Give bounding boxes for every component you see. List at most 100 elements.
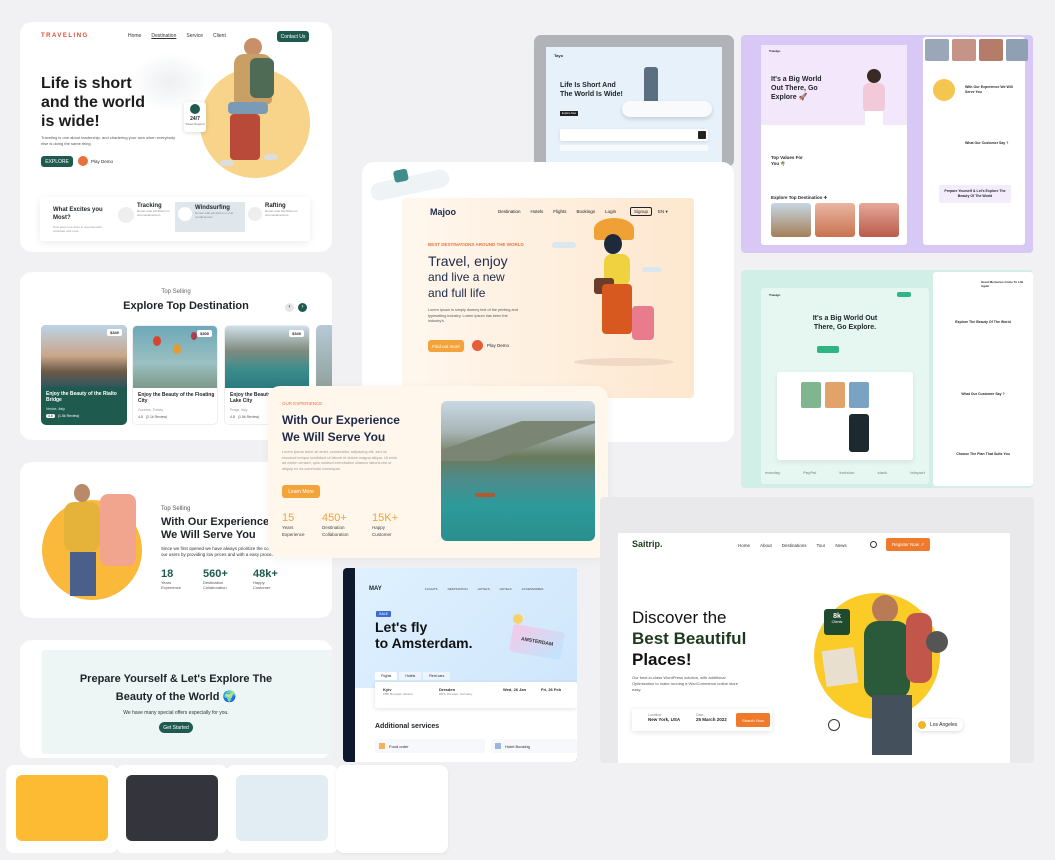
tab-rent-cars[interactable]: Rent cars xyxy=(423,672,451,680)
headline-line: Life Is Short And xyxy=(560,82,616,89)
nav-about[interactable]: About xyxy=(760,543,772,548)
rating-value: 4.8 xyxy=(46,414,55,418)
majoo-play-demo[interactable]: Play Demo xyxy=(472,340,509,351)
title-line: to Amsterdam. xyxy=(375,635,473,651)
nav-destination[interactable]: Destination xyxy=(151,33,176,39)
side-prepare: Prepare Yourself & Let's Explore The Bea… xyxy=(939,185,1011,203)
feature-desc: Donec odio elit dictum in nisl condiment… xyxy=(265,209,298,217)
food-order-item[interactable]: Food order xyxy=(375,739,485,753)
feature-rafting[interactable]: Rafting Donec odio elit dictum in nisl c… xyxy=(248,203,306,231)
dest-card[interactable]: $340 Enjoy the Beauty of the Rialto Brid… xyxy=(41,325,127,425)
tayo-brand[interactable]: Tayo xyxy=(554,53,563,58)
green-cta[interactable] xyxy=(817,346,839,353)
nav-tour[interactable]: Tour xyxy=(817,543,826,548)
location-field[interactable]: Location New York, USA xyxy=(648,713,680,722)
learn-more-button[interactable]: Learn More xyxy=(282,485,320,498)
tayo-laptop: Tayo Life Is Short And The World Is Wide… xyxy=(534,35,734,167)
dest-rating: 4.8 (2.1k Review) xyxy=(138,415,167,419)
feature-windsurfing[interactable]: Windsurfing Donec odio elit dictum in ni… xyxy=(175,202,245,232)
nav-accessories[interactable]: ACCESSORIES xyxy=(522,587,544,591)
green-title: It's a Big World Out There, Go Explore. xyxy=(761,314,929,332)
nav-hotels[interactable]: Hotels xyxy=(531,209,544,214)
trawlgo-brand[interactable]: Trawlgo xyxy=(769,49,780,53)
explore-button[interactable]: EXPLORE xyxy=(41,156,73,167)
support-label: Travel Support xyxy=(185,122,205,126)
nav-destination[interactable]: Destination xyxy=(498,209,521,214)
majoo-eyebrow: BEST DESTINATIONS AROUND THE WORLD xyxy=(428,242,524,247)
prepare-card: Prepare Yourself & Let's Explore The Bea… xyxy=(20,640,332,758)
majoo-subtext: Lorem Ipsum is simply dummy text of the … xyxy=(428,308,518,323)
nav-destination[interactable]: DESTINATION xyxy=(448,587,468,591)
lang-select[interactable]: EN ▾ xyxy=(658,209,668,215)
additional-services-title: Additional services xyxy=(375,723,440,730)
tayo-cta[interactable]: Explore Now xyxy=(560,111,578,116)
next-arrow-button[interactable]: › xyxy=(298,303,307,312)
find-out-more-button[interactable]: Find out more xyxy=(428,340,464,352)
title-line: It's a Big World xyxy=(771,76,822,83)
signup-button[interactable]: Signup xyxy=(630,207,653,216)
title-line: Beauty of the World 🌍 xyxy=(115,691,237,703)
price-badge: $340 xyxy=(107,329,122,336)
majoo-plane-icon xyxy=(369,167,451,203)
sale-badge: SALE xyxy=(376,611,391,617)
prev-arrow-button[interactable]: ‹ xyxy=(285,303,294,312)
green-nav-cta[interactable] xyxy=(897,292,911,297)
hotel-label: Hotel Booking xyxy=(505,743,530,749)
location-pin-icon xyxy=(918,721,926,729)
dest-card[interactable]: $300 Enjoy the Beauty of the Floating Ci… xyxy=(132,325,218,425)
title-line: With Our Experience xyxy=(282,413,400,427)
from-field[interactable]: Kyiv KBP, Boryspil, Ukraine xyxy=(383,687,413,696)
nav-flights[interactable]: Flights xyxy=(553,209,566,214)
to-field[interactable]: Dresden DRS, Dresden, Germany xyxy=(439,687,472,696)
nav-hotels[interactable]: HOTELS xyxy=(500,587,512,591)
windsurfing-icon xyxy=(178,207,192,221)
play-icon xyxy=(472,340,483,351)
saitrip-brand[interactable]: Saitrip. xyxy=(632,539,663,549)
nav-login[interactable]: Login xyxy=(605,209,616,214)
tayo-search-bar[interactable] xyxy=(560,129,708,141)
depart-date[interactable]: Wed, 26 Jan xyxy=(503,687,526,692)
los-angeles-badge: Los Angeles xyxy=(916,719,964,731)
serve-stats: 18 Years Experience 560+ Destination Colla… xyxy=(161,568,279,590)
dest-location: Venice, Italy xyxy=(46,407,65,411)
excites-title: What Excites you Most? xyxy=(53,207,103,221)
play-demo-label: Play Demo xyxy=(91,158,114,164)
traveling-hero-card: TRAVELING Home Destination Service Clien… xyxy=(20,22,332,252)
prepare-banner: Prepare Yourself & Let's Explore The Bea… xyxy=(42,650,332,754)
nav-destinations[interactable]: Destinations xyxy=(782,543,807,548)
search-now-button[interactable]: Search Now xyxy=(736,713,770,727)
play-demo-button[interactable]: Play Demo xyxy=(78,156,113,166)
location-value: New York, USA xyxy=(648,717,681,722)
nav-news[interactable]: News xyxy=(835,543,846,548)
nav-service[interactable]: Service xyxy=(186,33,203,39)
traveling-brand[interactable]: TRAVELING xyxy=(41,33,89,39)
return-date[interactable]: Fri, 26 Feb xyxy=(541,687,561,692)
get-started-button[interactable]: Get Started xyxy=(159,722,193,733)
headline-line: and full life xyxy=(428,286,486,300)
majoo-brand[interactable]: Majoo xyxy=(430,207,456,217)
trawlgo-brand[interactable]: Trawlgo xyxy=(769,293,780,297)
feature-tracking[interactable]: Tracking Donec odio elit dictum in nisl … xyxy=(118,203,174,231)
hotel-booking-item[interactable]: Hotel Booking xyxy=(491,739,577,753)
tracking-icon xyxy=(118,207,134,223)
saitrip-headline: Discover the Best Beautiful Places! xyxy=(632,607,746,670)
nav-flights[interactable]: FLIGHTS xyxy=(425,587,438,591)
stat: 450+ Destination Collaboration xyxy=(322,512,358,538)
nav-home[interactable]: Home xyxy=(738,543,750,548)
stat: 15K+ Happy Customer xyxy=(372,512,398,538)
topdest-eyebrow: Top Selling xyxy=(161,289,191,295)
may-brand[interactable]: MAY xyxy=(369,586,382,592)
tab-hotels[interactable]: Hotels xyxy=(399,672,422,680)
nav-hotels[interactable]: HOTELS xyxy=(478,587,490,591)
date-value: 25 March 2022 xyxy=(696,717,727,722)
food-icon xyxy=(379,743,385,749)
date-field[interactable]: Date 25 March 2022 xyxy=(696,713,727,722)
nav-bookings[interactable]: Bookings xyxy=(577,209,596,214)
nav-home[interactable]: Home xyxy=(128,33,141,39)
title-line: There, Go Explore. xyxy=(813,324,877,331)
side-serve: With Our Experience We Will Serve You xyxy=(965,85,1013,94)
tab-flights[interactable]: Flights xyxy=(375,672,398,680)
side-customer: What Our Customer Say ? xyxy=(965,141,1009,145)
register-button[interactable]: Register Now ↗ xyxy=(886,538,930,551)
search-icon[interactable] xyxy=(870,541,877,548)
